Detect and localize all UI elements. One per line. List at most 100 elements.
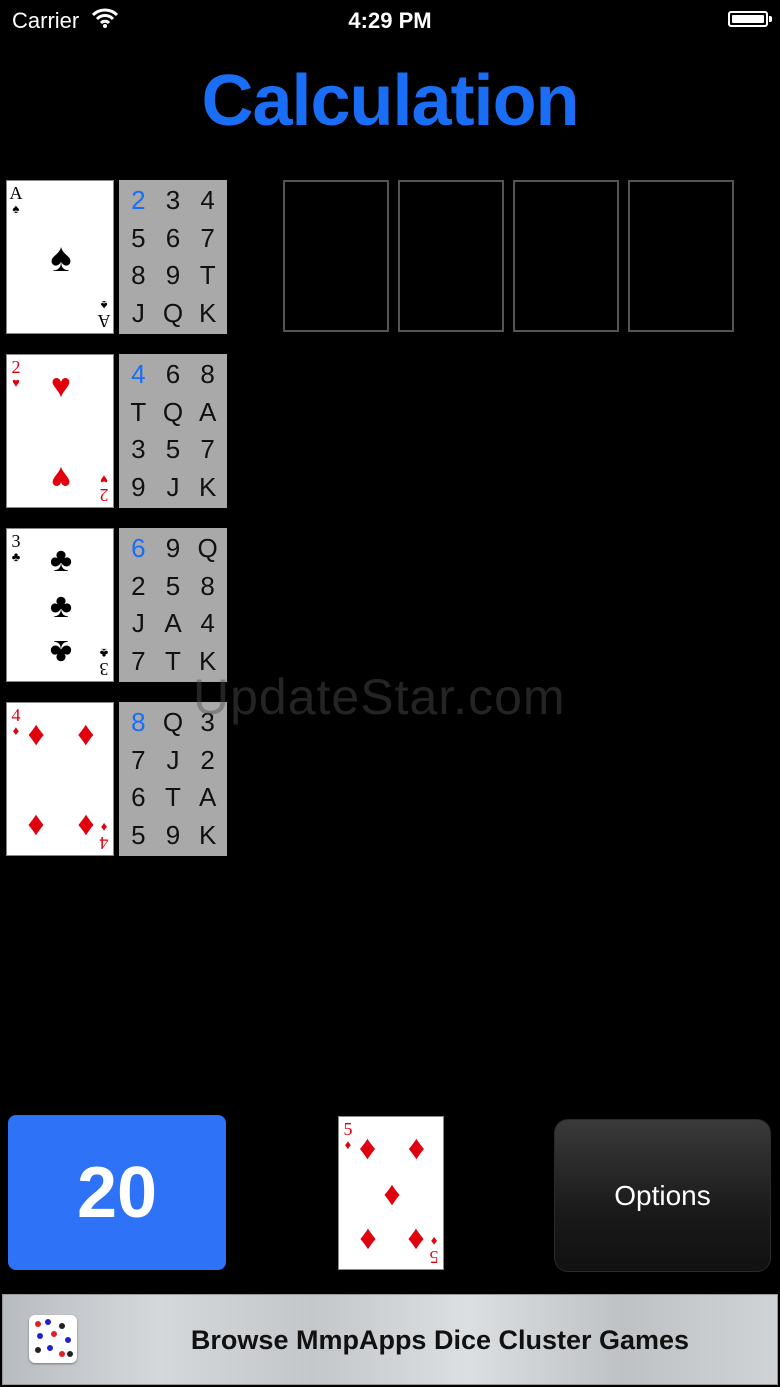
waste-pile-3[interactable] [513, 180, 619, 332]
sequence-rank: 4 [200, 608, 215, 639]
waste-pile-4[interactable] [628, 180, 734, 332]
waste-pile-1[interactable] [283, 180, 389, 332]
sequence-rank: A [198, 396, 217, 427]
card-rank: 2 [11, 357, 21, 377]
waste-pile-2[interactable] [398, 180, 504, 332]
sequence-rank: 7 [200, 434, 215, 465]
card-pip-icon: ♥ [50, 366, 72, 405]
status-bar: Carrier 4:29 PM [0, 0, 780, 40]
sequence-rank: T [165, 782, 181, 813]
foundation-sequence-2: 468 TQA 357 9JK [119, 354, 227, 508]
sequence-rank: J [131, 297, 145, 328]
card-corner-index: 5 ♦ [341, 1119, 355, 1153]
options-button[interactable]: Options [554, 1119, 771, 1272]
card-rank: 5 [343, 1119, 353, 1139]
sequence-rank: A [164, 608, 182, 639]
card-pip-icon: ♦ [407, 1221, 426, 1260]
sequence-rank: 9 [165, 819, 181, 850]
next-rank-needed: 8 [131, 707, 146, 738]
card-pip-icon: ♥ [50, 459, 72, 498]
sequence-rank: A [198, 782, 217, 813]
sequence-rank: 9 [131, 471, 146, 502]
battery-icon [728, 11, 772, 27]
card-corner-index: 5 ♦ [427, 1233, 441, 1267]
sequence-rank: T [199, 260, 216, 291]
sequence-rank: 2 [200, 744, 215, 775]
sequence-rank: 9 [165, 533, 181, 564]
sequence-rank: 8 [200, 359, 215, 390]
sequence-rank: Q [162, 396, 184, 427]
score-display: 20 [8, 1115, 226, 1270]
sequence-rank: 9 [165, 260, 181, 291]
foundation-card-1[interactable]: A ♠ A ♠ ♠ [6, 180, 114, 334]
card-rank: A [97, 311, 111, 331]
clock: 4:29 PM [348, 8, 432, 33]
card-corner-index: 3 ♣ [9, 531, 23, 565]
sequence-rank: Q [162, 297, 184, 328]
sequence-rank: 8 [131, 260, 146, 291]
card-corner-index: 4 ♦ [97, 819, 111, 853]
sequence-rank: T [165, 645, 181, 676]
sequence-rank: T [130, 396, 147, 427]
next-rank-needed: 6 [131, 533, 146, 564]
sequence-rank: 7 [131, 645, 146, 676]
foundation-sequence-3: 69Q258JA47TK [119, 528, 227, 682]
sequence-rank: 6 [165, 222, 181, 253]
foundation-card-2[interactable]: 2 ♥ 2 ♥ ♥ ♥ [6, 354, 114, 508]
sequence-rank: 2 [131, 570, 146, 601]
card-rank: 3 [11, 531, 21, 551]
card-rank: 2 [99, 485, 109, 505]
card-corner-index: A ♠ [97, 297, 111, 331]
sequence-rank: 5 [131, 819, 146, 850]
card-suit-icon: ♣ [99, 646, 109, 661]
card-suit-icon: ♥ [100, 472, 108, 487]
card-rank: 4 [99, 833, 109, 853]
sequence-rank: 5 [165, 570, 181, 601]
sequence-rank: Q [162, 707, 184, 738]
foundation-sequence-1: 234 567 89T JQK [119, 180, 227, 334]
foundation-card-4[interactable]: 4 ♦ 4 ♦ ♦ ♦ ♦ ♦ [6, 702, 114, 856]
card-suit-icon: ♦ [12, 723, 20, 738]
card-suit-icon: ♠ [12, 201, 20, 216]
sequence-rank: 3 [131, 434, 146, 465]
ad-banner[interactable]: Browse MmpApps Dice Cluster Games [2, 1294, 778, 1385]
sequence-rank: J [166, 471, 180, 502]
sequence-rank: Q [197, 533, 218, 564]
card-corner-index: 2 ♥ [97, 471, 111, 505]
stock-card[interactable]: 5 ♦ 5 ♦ ♦ ♦ ♦ ♦ ♦ [338, 1116, 444, 1270]
sequence-rank: K [198, 471, 217, 502]
card-corner-index: A ♠ [9, 183, 23, 217]
card-rank: 3 [99, 659, 109, 679]
card-rank: 4 [11, 705, 21, 725]
sequence-rank: K [198, 297, 217, 328]
card-pip-icon: ♣ [49, 540, 73, 579]
next-rank-needed: 4 [131, 359, 146, 390]
card-suit-icon: ♦ [344, 1137, 352, 1152]
card-corner-index: 2 ♥ [9, 357, 23, 391]
card-pip-icon: ♦ [383, 1175, 401, 1213]
sequence-rank: 3 [165, 185, 181, 216]
card-rank: 5 [429, 1247, 439, 1267]
next-rank-needed: 2 [131, 185, 146, 216]
game-title: Calculation [201, 61, 579, 141]
sequence-rank: 8 [200, 570, 215, 601]
sequence-rank: 4 [200, 185, 215, 216]
card-rank: A [9, 183, 23, 203]
foundation-card-3[interactable]: 3 ♣ 3 ♣ ♣ ♣ ♣ [6, 528, 114, 682]
sequence-rank: 7 [200, 222, 215, 253]
card-corner-index: 3 ♣ [97, 645, 111, 679]
sequence-rank: 6 [165, 359, 181, 390]
card-pip-icon: ♦ [27, 807, 45, 846]
card-pip-icon: ♦ [358, 1128, 377, 1167]
sequence-rank: 6 [131, 782, 146, 813]
card-pip-icon: ♣ [49, 587, 73, 625]
sequence-rank: K [198, 819, 217, 850]
sequence-rank: J [166, 744, 180, 775]
sequence-rank: 7 [131, 744, 146, 775]
sequence-rank: J [131, 608, 145, 639]
card-pip-icon: ♦ [358, 1221, 377, 1260]
card-pip-icon: ♦ [77, 714, 95, 753]
card-suit-icon: ♥ [12, 375, 20, 390]
watermark: UpdateStar.com [193, 669, 566, 725]
card-corner-index: 4 ♦ [9, 705, 23, 739]
